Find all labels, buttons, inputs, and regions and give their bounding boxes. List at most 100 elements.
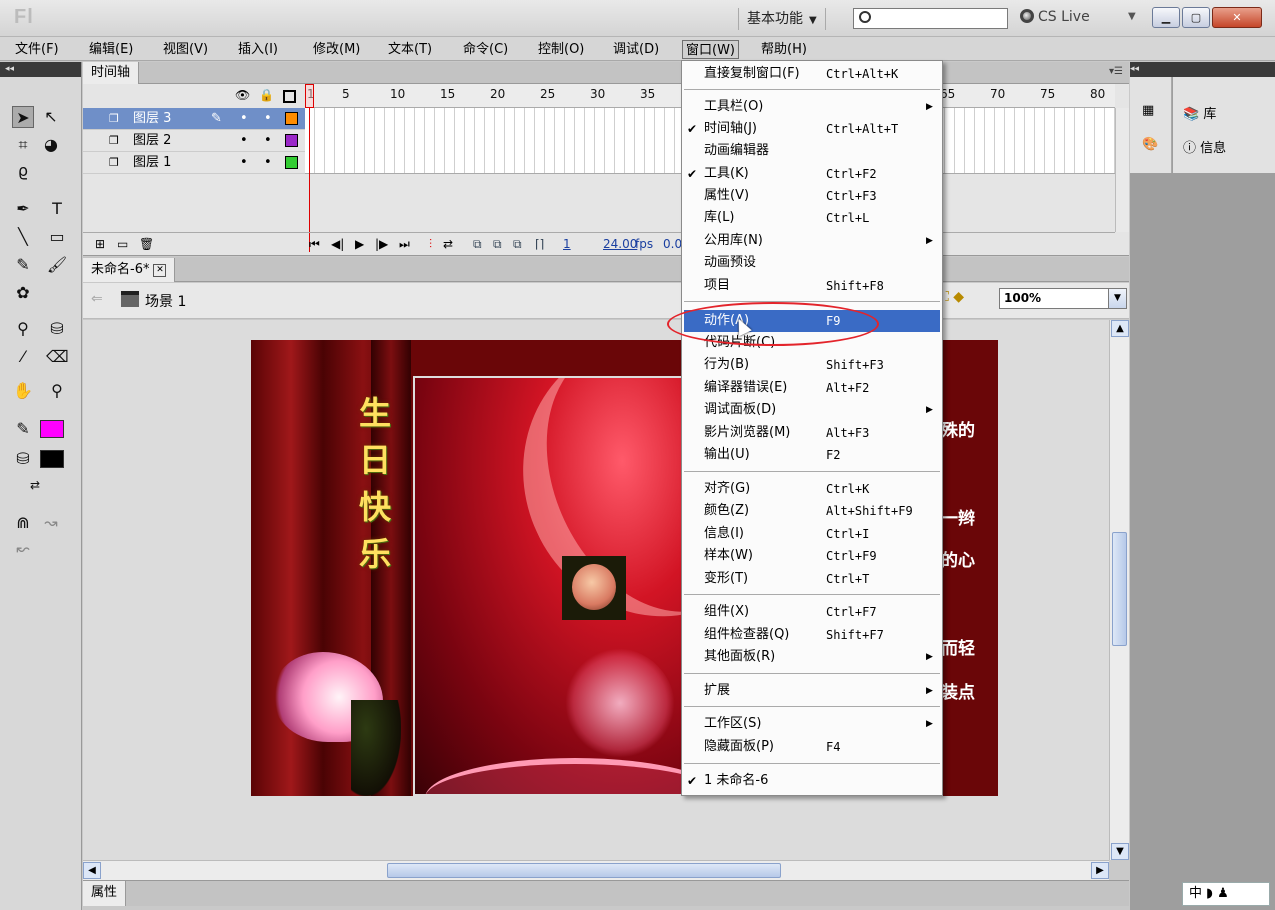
menu-file[interactable]: 文件(F) <box>12 40 62 59</box>
straighten-icon[interactable]: ↜ <box>12 538 34 560</box>
selection-tool-icon[interactable]: ➤ <box>12 106 34 128</box>
menu-modify[interactable]: 修改(M) <box>310 40 363 59</box>
menu-item-behaviors[interactable]: 行为(B) Shift+F3 <box>684 354 940 376</box>
tab-properties[interactable]: 属性 <box>83 881 127 906</box>
lock-dot[interactable]: • <box>264 152 272 174</box>
lock-icon[interactable]: 🔒 <box>259 88 274 102</box>
new-layer-icon[interactable]: ⊞ <box>95 233 105 255</box>
pencil-tool-icon[interactable]: ✎ <box>12 254 34 276</box>
scroll-thumb[interactable] <box>1112 532 1127 646</box>
lasso-tool-icon[interactable]: ϱ <box>12 160 34 182</box>
color-palette-icon[interactable]: 🎨 <box>1142 137 1158 152</box>
menu-item-transform[interactable]: 变形(T) Ctrl+T <box>684 568 940 590</box>
menu-item-extensions[interactable]: 扩展 ▶ <box>684 680 940 702</box>
menu-item-compiler-errors[interactable]: 编译器错误(E) Alt+F2 <box>684 377 940 399</box>
bone-tool-icon[interactable]: ⚲ <box>12 318 34 340</box>
current-frame[interactable]: 1 <box>563 233 571 255</box>
center-frame-icon[interactable]: ⫶ <box>429 233 432 255</box>
menu-item-project[interactable]: 项目 Shift+F8 <box>684 275 940 297</box>
menu-item-movie-explorer[interactable]: 影片浏览器(M) Alt+F3 <box>684 422 940 444</box>
tab-timeline[interactable]: 时间轴 <box>83 62 140 84</box>
loop-icon[interactable]: ⇄ <box>443 233 453 255</box>
menu-item-library[interactable]: 库(L) Ctrl+L <box>684 207 940 229</box>
menu-item-hide-panels[interactable]: 隐藏面板(P) F4 <box>684 736 940 758</box>
menu-debug[interactable]: 调试(D) <box>610 40 662 59</box>
menu-item-color[interactable]: 颜色(Z) Alt+Shift+F9 <box>684 500 940 522</box>
pen-tool-icon[interactable]: ✒ <box>12 198 34 220</box>
menu-item-other-panels[interactable]: 其他面板(R) ▶ <box>684 646 940 668</box>
library-panel-button[interactable]: 📚 库 <box>1183 103 1216 122</box>
menu-item-debug-panels[interactable]: 调试面板(D) ▶ <box>684 399 940 421</box>
3d-rotation-tool-icon[interactable]: ◕ <box>40 134 62 156</box>
layer-row[interactable]: ❐ 图层 2 • • <box>83 130 305 152</box>
grid-icon[interactable]: ▦ <box>1142 103 1154 118</box>
onion-outline-icon[interactable]: ⧉ <box>493 233 502 255</box>
scroll-up-icon[interactable]: ▲ <box>1111 320 1129 337</box>
play-icon[interactable]: ▶ <box>355 233 364 255</box>
rectangle-tool-icon[interactable]: ▭ <box>46 226 68 248</box>
layer-color-swatch[interactable] <box>285 156 298 169</box>
ime-toolbar[interactable]: 中 ◗ ♟ <box>1182 882 1270 906</box>
free-transform-tool-icon[interactable]: ⌗ <box>12 134 34 156</box>
layer-color-swatch[interactable] <box>285 112 298 125</box>
eyedropper-tool-icon[interactable]: ⁄ <box>12 346 34 368</box>
hand-tool-icon[interactable]: ✋ <box>12 380 34 402</box>
playhead[interactable] <box>305 84 314 252</box>
zoom-select[interactable]: 100% ▼ <box>999 288 1127 309</box>
menu-item-swatches[interactable]: 样本(W) Ctrl+F9 <box>684 545 940 567</box>
zoom-tool-icon[interactable]: ⚲ <box>46 380 68 402</box>
menu-edit[interactable]: 编辑(E) <box>86 40 136 59</box>
scroll-right-icon[interactable]: ▶ <box>1091 862 1109 879</box>
snap-magnet-icon[interactable]: ⋒ <box>12 512 34 534</box>
eraser-tool-icon[interactable]: ⌫ <box>46 346 69 368</box>
onion-skin-icon[interactable]: ⧉ <box>473 233 482 255</box>
swap-colors-icon[interactable]: ⇄ <box>24 474 46 496</box>
layer-row[interactable]: ❐ 图层 1 • • <box>83 152 305 174</box>
menu-item-timeline[interactable]: ✔ 时间轴(J) Ctrl+Alt+T <box>684 118 940 140</box>
menu-text[interactable]: 文本(T) <box>385 40 435 59</box>
ime-mode[interactable]: 中 <box>1189 886 1202 901</box>
stage-vertical-scrollbar[interactable]: ▲ ▼ <box>1109 320 1129 860</box>
menu-item-components[interactable]: 组件(X) Ctrl+F7 <box>684 601 940 623</box>
last-frame-icon[interactable]: ⏭ <box>399 233 410 255</box>
fill-color-swatch[interactable] <box>40 450 64 468</box>
menu-item-output[interactable]: 输出(U) F2 <box>684 444 940 466</box>
onion-markers-icon[interactable]: ⌈⌉ <box>535 233 544 255</box>
menu-view[interactable]: 视图(V) <box>160 40 211 59</box>
visibility-dot[interactable]: • <box>240 108 248 130</box>
help-search-input[interactable] <box>853 8 1008 29</box>
tab-document[interactable]: 未命名-6* ✕ <box>83 258 176 282</box>
lock-dot[interactable]: • <box>264 130 272 152</box>
frame-rate[interactable]: 24.00 <box>603 233 637 255</box>
smooth-icon[interactable]: ↝ <box>40 512 62 534</box>
close-icon[interactable]: ✕ <box>153 264 167 277</box>
text-tool-icon[interactable]: T <box>46 198 68 220</box>
line-tool-icon[interactable]: ╲ <box>12 226 34 248</box>
cs-live-button[interactable]: CS Live <box>1020 9 1090 25</box>
cs-live-menu-icon[interactable]: ▼ <box>1128 11 1136 22</box>
workspace-switcher[interactable]: 基本功能 ▼ <box>738 8 826 30</box>
menu-item-duplicate-window[interactable]: 直接复制窗口(F) Ctrl+Alt+K <box>684 63 940 85</box>
scene-name[interactable]: 场景 1 <box>145 291 186 311</box>
scroll-left-icon[interactable]: ◀ <box>83 862 101 879</box>
visibility-dot[interactable]: • <box>240 130 248 152</box>
step-forward-icon[interactable]: |▶ <box>375 233 388 255</box>
edit-multiple-frames-icon[interactable]: ⧉ <box>513 233 522 255</box>
menu-item-info[interactable]: 信息(I) Ctrl+I <box>684 523 940 545</box>
menu-help[interactable]: 帮助(H) <box>758 40 810 59</box>
menu-item-toolbars[interactable]: 工具栏(O) ▶ <box>684 96 940 118</box>
stage-horizontal-scrollbar[interactable]: ◀ ▶ <box>83 860 1109 880</box>
close-button[interactable]: ✕ <box>1212 7 1262 28</box>
menu-item-motion-presets[interactable]: 动画预设 <box>684 252 940 274</box>
visibility-dot[interactable]: • <box>240 152 248 174</box>
first-frame-icon[interactable]: ⏮ <box>309 233 320 255</box>
outline-icon[interactable] <box>283 90 296 103</box>
delete-layer-icon[interactable]: 🗑 <box>139 233 154 255</box>
subselection-tool-icon[interactable]: ↖ <box>40 106 62 128</box>
menu-item-common-libraries[interactable]: 公用库(N) ▶ <box>684 230 940 252</box>
menu-item-align[interactable]: 对齐(G) Ctrl+K <box>684 478 940 500</box>
lock-dot[interactable]: • <box>264 108 272 130</box>
menu-item-tools[interactable]: ✔ 工具(K) Ctrl+F2 <box>684 163 940 185</box>
layer-row[interactable]: ❐ 图层 3 ✎ • • <box>83 108 305 130</box>
menu-item-properties[interactable]: 属性(V) Ctrl+F3 <box>684 185 940 207</box>
